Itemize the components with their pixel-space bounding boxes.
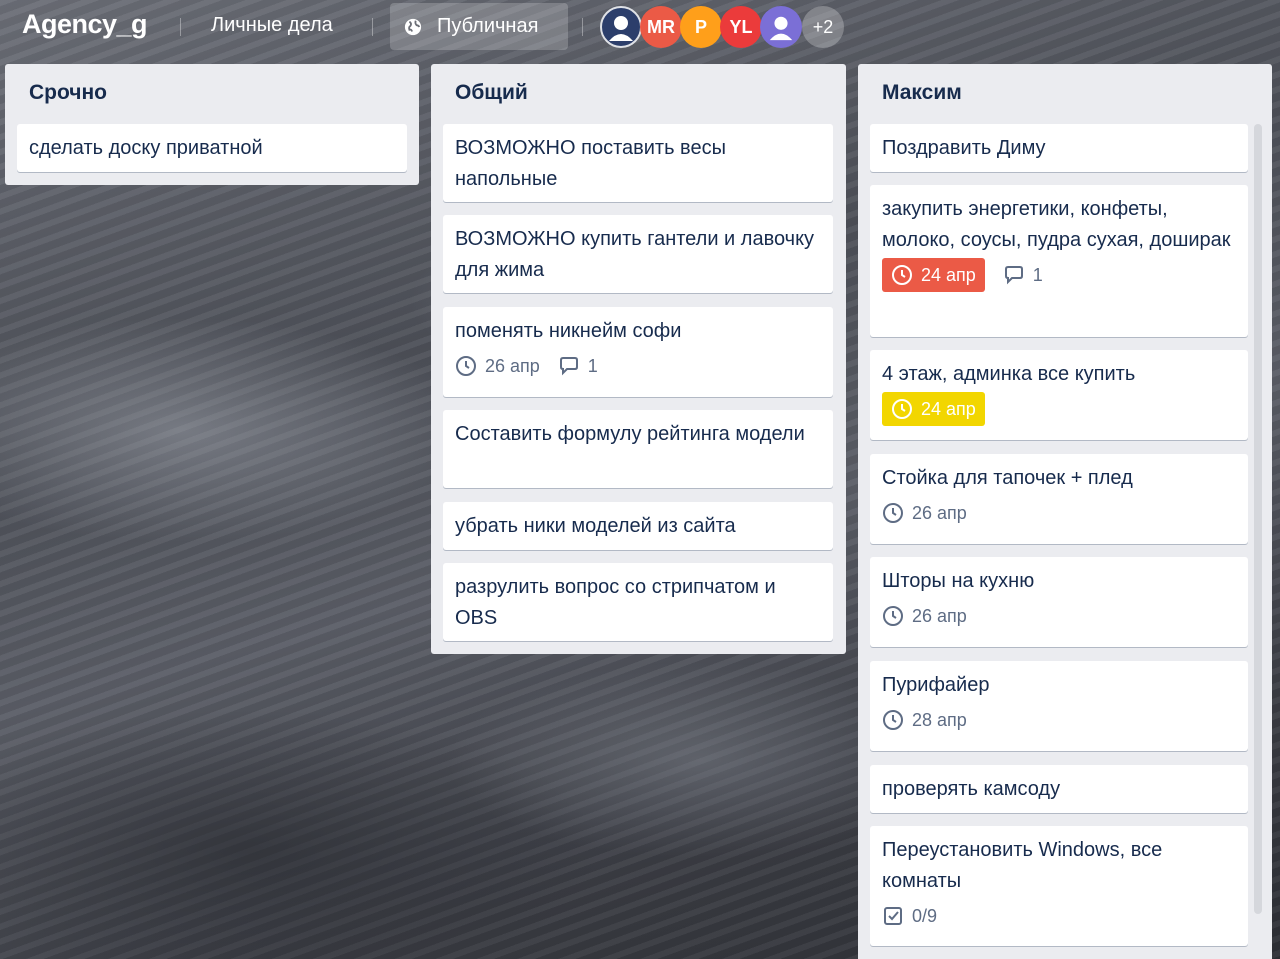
card-title: ВОЗМОЖНО купить гантели и лавочку для жи… (455, 228, 815, 281)
board-header: Agency_g Личные дела Публичная MR P YL +… (0, 0, 1280, 56)
clock-icon (883, 503, 903, 523)
clock-icon (456, 356, 476, 376)
card[interactable]: поменять никнейм софи 26 апр 1 (443, 307, 833, 397)
user-avatar-icon (769, 16, 793, 41)
card[interactable]: сделать доску приватной (17, 124, 407, 172)
visibility-button[interactable]: Публичная (390, 3, 568, 50)
avatar-initials: P (694, 16, 707, 37)
due-date: 24 апр (921, 398, 976, 419)
list-title[interactable]: Общий (455, 81, 528, 105)
due-date-badge[interactable]: 26 апр (455, 355, 540, 377)
card[interactable]: Составить формулу рейтинга модели (443, 410, 833, 488)
comments-badge: 1 (1003, 265, 1043, 286)
card-badges: 24 апр (882, 392, 1236, 426)
comments-badge: 1 (558, 356, 598, 377)
card-title: закупить энергетики, конфеты, молоко, со… (882, 198, 1231, 251)
card-title: 4 этаж, админка все купить (882, 363, 1136, 385)
card[interactable]: Поздравить Диму (870, 124, 1248, 172)
card[interactable]: проверять камсоду (870, 765, 1248, 813)
card-title: ВОЗМОЖНО поставить весы напольные (455, 137, 726, 190)
card-title: убрать ники моделей из сайта (455, 515, 736, 537)
card-badges: 0/9 (882, 899, 1236, 933)
member-avatar[interactable] (760, 6, 802, 48)
card-badges: 26 апр (882, 599, 1236, 633)
header-divider (372, 18, 373, 36)
card[interactable]: убрать ники моделей из сайта (443, 502, 833, 550)
member-avatar[interactable]: P (680, 6, 722, 48)
user-avatar-icon (609, 16, 633, 41)
more-members-button[interactable]: +2 (802, 6, 844, 48)
card-title: Шторы на кухню (882, 570, 1035, 592)
card[interactable]: Пурифайер 28 апр (870, 661, 1248, 751)
due-date-badge-overdue[interactable]: 24 апр (882, 258, 985, 292)
due-date-badge[interactable]: 28 апр (882, 709, 967, 731)
member-avatar[interactable]: MR (640, 6, 682, 48)
clock-icon (892, 399, 912, 419)
comments-count: 1 (1032, 264, 1043, 285)
due-date: 26 апр (912, 502, 967, 523)
clock-icon (892, 265, 912, 285)
globe-icon (404, 18, 422, 35)
due-date: 26 апр (485, 355, 540, 376)
checklist-badge: 0/9 (882, 905, 937, 927)
card-badges: 28 апр (882, 703, 1236, 737)
card[interactable]: Шторы на кухню 26 апр (870, 557, 1248, 647)
card-badges: 24 апр 1 (882, 258, 1236, 292)
avatar-initials: MR (647, 16, 675, 37)
list-title[interactable]: Максим (882, 81, 962, 105)
card[interactable]: разрулить вопрос со стрипчатом и OBS (443, 563, 833, 641)
card-title: Пурифайер (882, 674, 990, 696)
due-date: 26 апр (912, 605, 967, 626)
clock-icon (883, 710, 903, 730)
board-title[interactable]: Agency_g (22, 9, 148, 40)
comment-icon (559, 357, 578, 376)
member-avatar[interactable]: YL (720, 6, 762, 48)
card[interactable]: ВОЗМОЖНО купить гантели и лавочку для жи… (443, 215, 833, 293)
card[interactable]: Переустановить Windows, все комнаты 0/9 (870, 826, 1248, 946)
checklist-icon (884, 907, 902, 925)
comment-icon (1004, 266, 1023, 285)
visibility-label: Публичная (437, 15, 539, 37)
header-divider (582, 18, 583, 36)
card-title: Стойка для тапочек + плед (882, 467, 1133, 489)
card-badges: 26 апр (882, 496, 1236, 530)
due-date: 24 апр (921, 264, 976, 285)
due-date-badge-due-soon[interactable]: 24 апр (882, 392, 985, 426)
list-scrollbar[interactable] (1254, 124, 1262, 914)
due-date-badge[interactable]: 26 апр (882, 502, 967, 524)
list-obshchiy: Общий ВОЗМОЖНО поставить весы напольные … (431, 64, 846, 654)
card-title: разрулить вопрос со стрипчатом и OBS (455, 576, 776, 629)
card[interactable]: ВОЗМОЖНО поставить весы напольные (443, 124, 833, 202)
checklist-progress: 0/9 (912, 905, 938, 926)
card-badges: 26 апр 1 (455, 349, 821, 383)
member-avatar[interactable] (600, 6, 642, 48)
card-title: проверять камсоду (882, 778, 1061, 800)
workspace-button[interactable]: Личные дела (211, 14, 333, 37)
card-title: Переустановить Windows, все комнаты (882, 839, 1163, 892)
list-title[interactable]: Срочно (29, 81, 107, 105)
list-maksim: Максим Поздравить Диму закупить энергети… (858, 64, 1272, 959)
due-date-badge[interactable]: 26 апр (882, 605, 967, 627)
card[interactable]: 4 этаж, админка все купить 24 апр (870, 350, 1248, 440)
header-divider (180, 18, 181, 36)
card-title: поменять никнейм софи (455, 320, 682, 342)
avatar-initials: YL (729, 16, 753, 37)
clock-icon (883, 606, 903, 626)
card-title: сделать доску приватной (29, 137, 263, 159)
list-srochno: Срочно сделать доску приватной (5, 64, 419, 185)
card[interactable]: закупить энергетики, конфеты, молоко, со… (870, 185, 1248, 337)
comments-count: 1 (587, 355, 598, 376)
card-title: Составить формулу рейтинга модели (455, 423, 805, 445)
due-date: 28 апр (912, 709, 967, 730)
card[interactable]: Стойка для тапочек + плед 26 апр (870, 454, 1248, 544)
card-title: Поздравить Диму (882, 137, 1046, 159)
